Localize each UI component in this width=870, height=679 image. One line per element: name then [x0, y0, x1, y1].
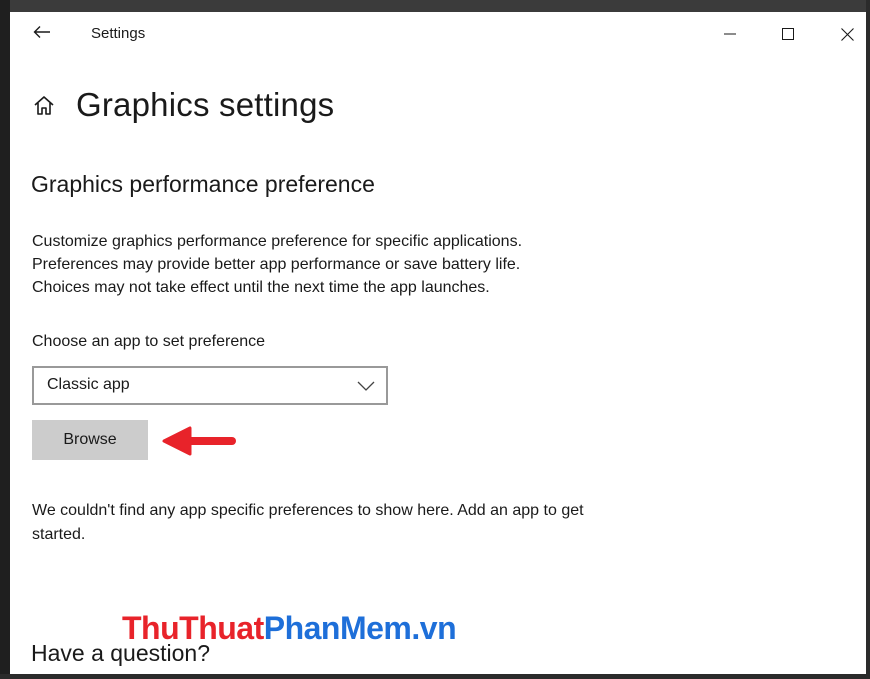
window-frame-left [0, 0, 10, 679]
watermark-part: PhanMem [263, 610, 412, 646]
description-line: Preferences may provide better app perfo… [32, 256, 521, 273]
minimize-icon [724, 33, 736, 35]
section-title: Graphics performance preference [31, 171, 375, 197]
watermark-logo: ThuThuatPhanMem.vn [122, 610, 457, 647]
description-line: Customize graphics performance preferenc… [32, 233, 523, 250]
settings-window: Settings Graphics settings Graphics perf… [10, 12, 866, 674]
close-button[interactable] [824, 16, 866, 52]
app-title: Settings [91, 25, 146, 42]
annotation-arrow-icon [162, 426, 236, 456]
window-frame-right [866, 0, 870, 679]
browse-button[interactable]: Browse [32, 420, 148, 460]
chevron-down-icon [357, 381, 375, 391]
maximize-icon [782, 28, 794, 40]
back-button[interactable] [30, 20, 54, 44]
home-icon[interactable] [32, 94, 56, 118]
dropdown-selected-value: Classic app [47, 376, 130, 393]
window-frame-top [0, 0, 870, 12]
maximize-button[interactable] [765, 16, 811, 52]
watermark-part: .vn [411, 610, 457, 646]
close-icon [840, 27, 854, 41]
section-description: Customize graphics performance preferenc… [32, 230, 632, 299]
window-frame-bottom [0, 674, 870, 679]
choose-app-label: Choose an app to set preference [32, 333, 266, 350]
description-line: Choices may not take effect until the ne… [32, 279, 490, 296]
page-title: Graphics settings [76, 86, 335, 123]
back-arrow-icon [33, 26, 50, 38]
no-preferences-message: We couldn't find any app specific prefer… [32, 502, 584, 543]
title-bar: Settings [10, 12, 866, 56]
app-type-dropdown[interactable]: Classic app [32, 366, 388, 405]
minimize-button[interactable] [707, 16, 753, 52]
watermark-part: ThuThuat [122, 610, 264, 646]
